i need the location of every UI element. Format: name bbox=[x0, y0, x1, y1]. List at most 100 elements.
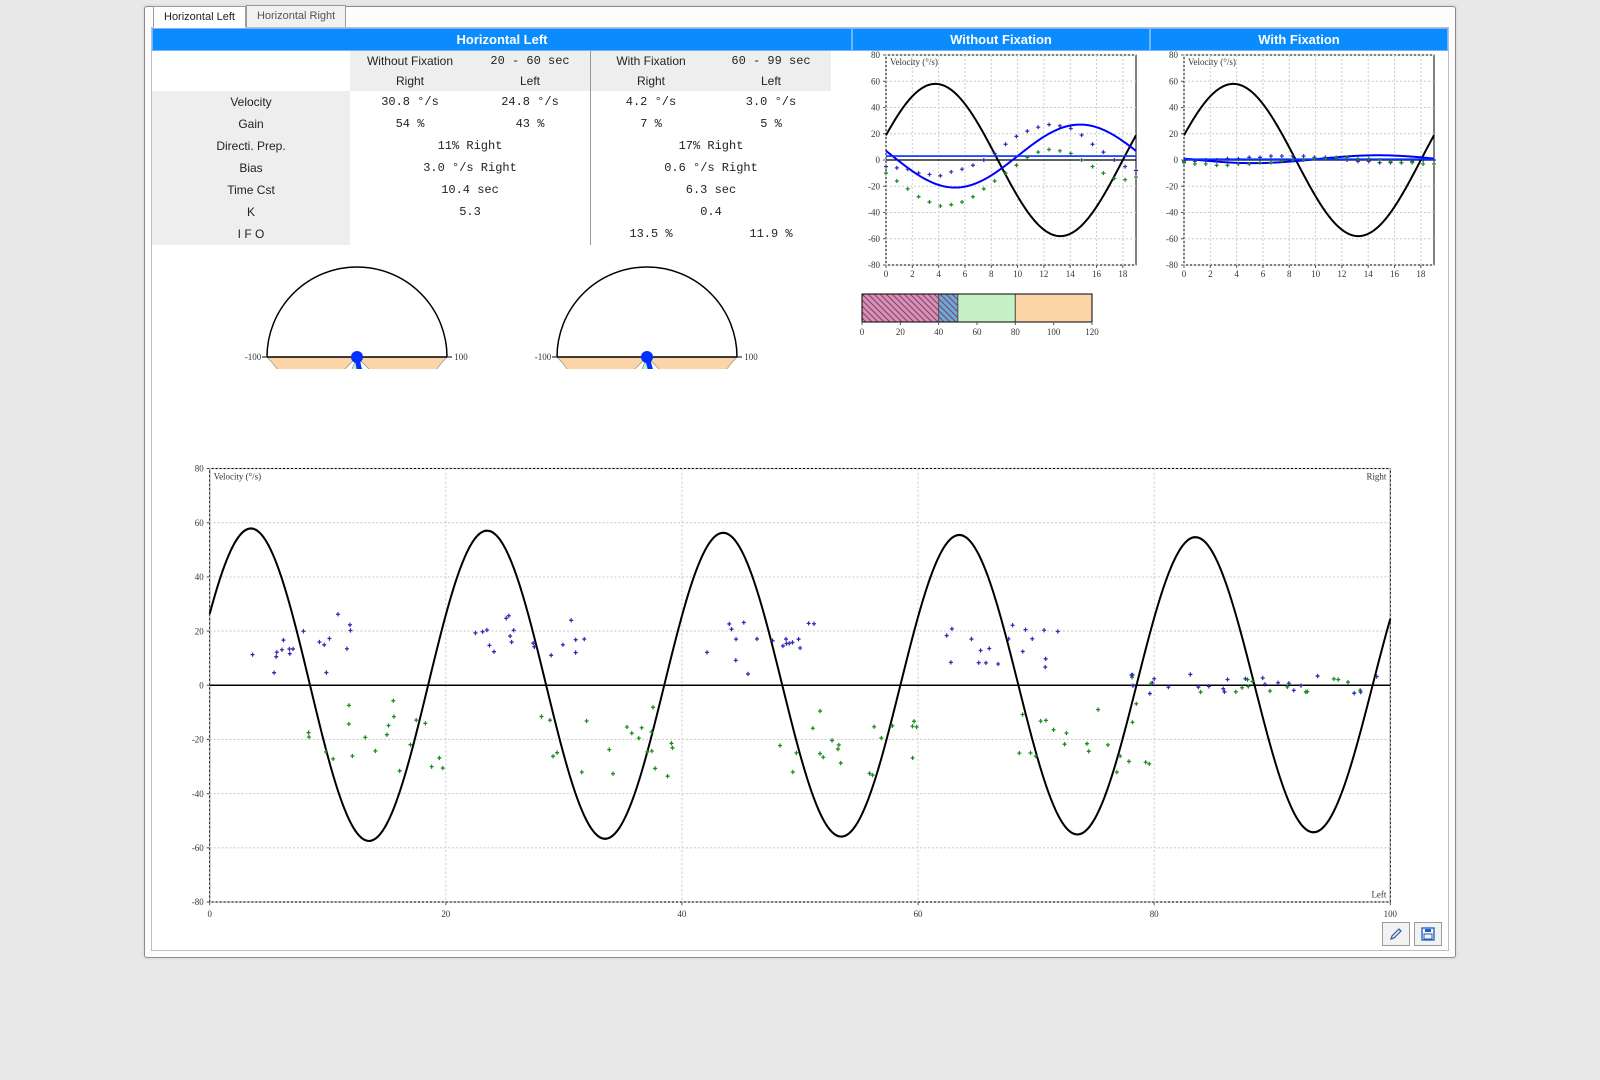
summary-title: Horizontal Left bbox=[152, 28, 852, 51]
svg-text:80: 80 bbox=[195, 464, 204, 474]
svg-text:2: 2 bbox=[910, 269, 915, 279]
svg-text:40: 40 bbox=[871, 103, 881, 113]
val-vel-l2: 3.0 °/s bbox=[711, 91, 831, 113]
gauge-with: -100-75-50-250255075100 bbox=[522, 249, 772, 369]
val-k1: 5.3 bbox=[350, 201, 591, 223]
val-dp2: 17% Right bbox=[591, 135, 832, 157]
edit-button[interactable] bbox=[1382, 922, 1410, 946]
svg-text:-100: -100 bbox=[245, 352, 262, 362]
val-tc2: 6.3 sec bbox=[591, 179, 832, 201]
tab-horizontal-left[interactable]: Horizontal Left bbox=[153, 6, 246, 28]
svg-text:0: 0 bbox=[860, 327, 865, 337]
svg-text:6: 6 bbox=[1261, 269, 1266, 279]
val-vel-l1: 24.8 °/s bbox=[470, 91, 591, 113]
svg-text:100: 100 bbox=[454, 352, 468, 362]
svg-text:Velocity (°/s): Velocity (°/s) bbox=[890, 57, 938, 67]
val-bias1: 3.0 °/s Right bbox=[350, 157, 591, 179]
row-ifo: I F O bbox=[152, 223, 350, 245]
svg-text:60: 60 bbox=[914, 910, 923, 920]
save-button[interactable] bbox=[1414, 922, 1442, 946]
svg-text:2: 2 bbox=[1208, 269, 1213, 279]
hdr-left-1: Left bbox=[470, 71, 591, 91]
top-area: Horizontal Left Without Fixation 20 - 60… bbox=[152, 28, 1448, 369]
gauges: -100-75-50-250255075100 -100-75-50-25025… bbox=[152, 249, 852, 369]
gauge-without: -100-75-50-250255075100 bbox=[232, 249, 482, 369]
svg-text:Velocity (°/s): Velocity (°/s) bbox=[1188, 57, 1236, 67]
footer-toolbar bbox=[1382, 922, 1442, 946]
mini-with-title: With Fixation bbox=[1150, 28, 1448, 51]
row-gain: Gain bbox=[152, 113, 350, 135]
svg-text:-80: -80 bbox=[868, 260, 880, 270]
svg-text:80: 80 bbox=[1011, 327, 1021, 337]
svg-text:4: 4 bbox=[936, 269, 941, 279]
svg-text:-40: -40 bbox=[1166, 208, 1178, 218]
svg-text:12: 12 bbox=[1337, 269, 1346, 279]
summary-table: Without Fixation 20 - 60 sec With Fixati… bbox=[152, 51, 831, 245]
val-tc1: 10.4 sec bbox=[350, 179, 591, 201]
hdr-left-2: Left bbox=[711, 71, 831, 91]
svg-text:-40: -40 bbox=[192, 790, 204, 800]
svg-text:12: 12 bbox=[1039, 269, 1048, 279]
content-pane: Horizontal Left Without Fixation 20 - 60… bbox=[151, 27, 1449, 951]
svg-text:120: 120 bbox=[1085, 327, 1099, 337]
floppy-icon bbox=[1421, 927, 1435, 941]
hdr-right-2: Right bbox=[591, 71, 712, 91]
row-dp: Directi. Prep. bbox=[152, 135, 350, 157]
svg-text:0: 0 bbox=[199, 681, 204, 691]
svg-text:18: 18 bbox=[1416, 269, 1426, 279]
val-gain-l1: 43 % bbox=[470, 113, 591, 135]
svg-text:20: 20 bbox=[871, 129, 881, 139]
svg-text:100: 100 bbox=[1384, 910, 1398, 920]
svg-text:80: 80 bbox=[871, 51, 881, 60]
val-gain-l2: 5 % bbox=[711, 113, 831, 135]
val-vel-r2: 4.2 °/s bbox=[591, 91, 712, 113]
mini-without-title: Without Fixation bbox=[852, 28, 1150, 51]
svg-text:6: 6 bbox=[963, 269, 968, 279]
hdr-without-fixation: Without Fixation bbox=[350, 51, 470, 71]
svg-text:14: 14 bbox=[1364, 269, 1374, 279]
svg-text:0: 0 bbox=[1182, 269, 1187, 279]
svg-text:40: 40 bbox=[677, 910, 686, 920]
color-legend-bar: 020406080100120 bbox=[852, 284, 1142, 354]
svg-text:20: 20 bbox=[195, 627, 204, 637]
svg-text:40: 40 bbox=[1169, 103, 1179, 113]
svg-text:-60: -60 bbox=[1166, 234, 1178, 244]
row-velocity: Velocity bbox=[152, 91, 350, 113]
svg-text:Velocity (°/s): Velocity (°/s) bbox=[214, 471, 261, 482]
row-bias: Bias bbox=[152, 157, 350, 179]
svg-text:20: 20 bbox=[441, 910, 450, 920]
svg-text:14: 14 bbox=[1066, 269, 1076, 279]
svg-text:60: 60 bbox=[195, 519, 204, 529]
svg-text:60: 60 bbox=[973, 327, 983, 337]
svg-text:100: 100 bbox=[744, 352, 758, 362]
svg-text:Right: Right bbox=[1367, 472, 1387, 482]
svg-text:-20: -20 bbox=[1166, 181, 1178, 191]
svg-text:4: 4 bbox=[1234, 269, 1239, 279]
svg-text:0: 0 bbox=[207, 910, 212, 920]
app-window: Horizontal Left Horizontal Right Horizon… bbox=[144, 6, 1456, 958]
val-ifo-r2: 13.5 % bbox=[591, 223, 712, 245]
svg-text:10: 10 bbox=[1311, 269, 1321, 279]
svg-text:80: 80 bbox=[1150, 910, 1159, 920]
val-gain-r1: 54 % bbox=[350, 113, 470, 135]
svg-text:40: 40 bbox=[195, 573, 204, 583]
svg-text:18: 18 bbox=[1118, 269, 1128, 279]
svg-text:-80: -80 bbox=[1166, 260, 1178, 270]
svg-text:100: 100 bbox=[1047, 327, 1061, 337]
tab-horizontal-right[interactable]: Horizontal Right bbox=[246, 5, 346, 27]
svg-text:-100: -100 bbox=[535, 352, 552, 362]
svg-text:Left: Left bbox=[1371, 889, 1386, 900]
svg-text:-40: -40 bbox=[868, 208, 880, 218]
summary-block: Horizontal Left Without Fixation 20 - 60… bbox=[152, 28, 852, 369]
pencil-icon bbox=[1389, 927, 1403, 941]
hdr-right-1: Right bbox=[350, 71, 470, 91]
svg-text:20: 20 bbox=[1169, 129, 1179, 139]
svg-text:-60: -60 bbox=[868, 234, 880, 244]
val-vel-r1: 30.8 °/s bbox=[350, 91, 470, 113]
svg-text:60: 60 bbox=[871, 76, 881, 86]
mini-plots: Without Fixation -80 -60 -40 -20 0 20 40 60 80 0 2… bbox=[852, 28, 1448, 369]
svg-text:10: 10 bbox=[1013, 269, 1023, 279]
svg-text:80: 80 bbox=[1169, 51, 1179, 60]
svg-text:-80: -80 bbox=[192, 898, 204, 908]
svg-text:8: 8 bbox=[1287, 269, 1292, 279]
